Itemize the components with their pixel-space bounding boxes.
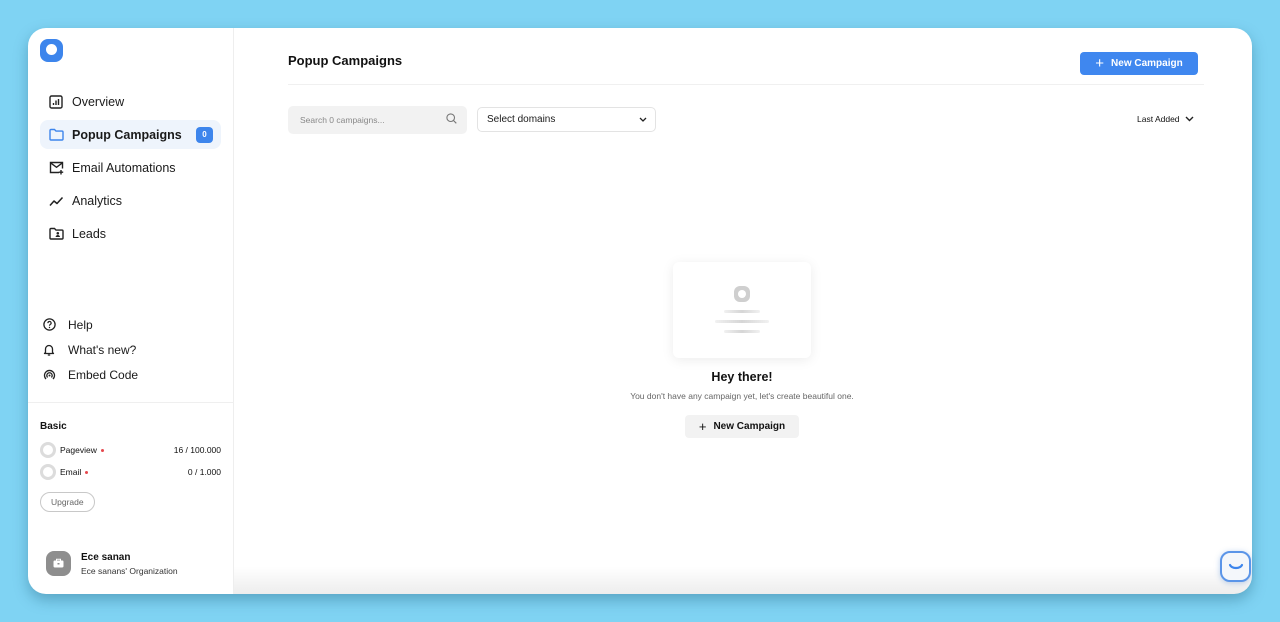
usage-label: Email [60,467,82,477]
sort-dropdown[interactable]: Last Added [1137,114,1194,124]
chat-widget-button[interactable] [1220,551,1251,582]
briefcase-icon [53,555,64,573]
plan-title: Basic [40,421,67,432]
organization-name: Ece sanans' Organization [81,565,178,576]
broadcast-icon [42,368,56,382]
sidebar-item-analytics[interactable]: Analytics [40,186,221,215]
brand-logo-placeholder [734,286,750,302]
sidebar-item-popup-campaigns[interactable]: Popup Campaigns 0 [40,120,221,149]
usage-value: 16 / 100.000 [173,445,221,455]
user-name: Ece sanan [81,551,131,563]
sidebar-item-leads[interactable]: Leads [40,219,221,248]
empty-state-subtitle: You don't have any campaign yet, let's c… [630,391,854,401]
search-icon [446,111,457,129]
chart-box-icon [48,94,64,110]
usage-row-email: Email 0 / 1.000 [40,461,221,483]
folder-user-icon [48,226,64,242]
whats-new-link[interactable]: What's new? [40,337,221,362]
empty-new-campaign-button[interactable]: + New Campaign [685,415,799,438]
usage-label: Pageview [60,445,97,455]
plus-icon: + [1095,55,1105,72]
empty-illustration [673,262,811,358]
new-campaign-button[interactable]: + New Campaign [1080,52,1198,75]
sidebar-item-overview[interactable]: Overview [40,87,221,116]
search-field[interactable] [288,106,467,134]
page-title: Popup Campaigns [288,53,403,68]
mail-plus-icon [48,160,64,176]
sidebar-item-label: Popup Campaigns [72,127,182,142]
bell-icon [42,343,56,357]
header-divider [288,84,1204,85]
whats-new-label: What's new? [68,342,137,357]
new-campaign-label: New Campaign [1111,58,1183,69]
help-label: Help [68,317,93,332]
status-dot [100,448,104,452]
avatar [46,551,71,576]
brand-logo[interactable] [40,39,63,62]
status-dot [85,470,89,474]
help-link[interactable]: Help [40,312,221,337]
folder-icon [48,127,64,143]
secondary-nav: Help What's new? Embed Code [40,312,221,387]
smile-chat-icon [1228,558,1244,576]
app-window: Overview Popup Campaigns 0 Email Automat… [28,28,1252,594]
sort-label: Last Added [1137,114,1180,124]
bottom-fade [234,566,1252,594]
sidebar: Overview Popup Campaigns 0 Email Automat… [28,28,234,594]
search-input[interactable] [300,115,446,125]
usage-progress-ring [40,464,56,480]
plus-icon: + [698,419,707,434]
usage-value: 0 / 1.000 [187,467,221,477]
usage-progress-ring [40,442,56,458]
sidebar-item-label: Email Automations [72,160,176,175]
trend-line-icon [48,193,64,209]
empty-new-campaign-label: New Campaign [713,421,786,432]
chevron-down-icon [639,114,647,125]
placeholder-line [715,320,769,323]
sidebar-item-label: Leads [72,226,107,241]
help-circle-icon [42,318,56,332]
main-content: Popup Campaigns + New Campaign Select do… [234,28,1252,594]
domain-select-value: Select domains [487,114,556,125]
domain-select[interactable]: Select domains [477,107,656,132]
user-profile[interactable]: Ece sanan Ece sanans' Organization [46,551,178,576]
placeholder-line [724,330,760,333]
sidebar-divider [28,402,234,403]
plan-usage: Basic Pageview 16 / 100.000 Email 0 / 1.… [40,421,221,512]
chevron-down-icon [1180,114,1194,124]
placeholder-line [724,310,760,313]
empty-state-title: Hey there! [711,370,773,384]
sidebar-item-email-automations[interactable]: Email Automations [40,153,221,182]
embed-code-label: Embed Code [68,367,139,382]
usage-row-pageview: Pageview 16 / 100.000 [40,439,221,461]
count-badge: 0 [196,126,213,143]
sidebar-item-label: Analytics [72,193,123,208]
upgrade-button[interactable]: Upgrade [40,492,95,512]
empty-state: Hey there! You don't have any campaign y… [612,262,872,438]
sidebar-item-label: Overview [72,94,125,109]
embed-code-link[interactable]: Embed Code [40,362,221,387]
main-nav: Overview Popup Campaigns 0 Email Automat… [40,87,221,252]
